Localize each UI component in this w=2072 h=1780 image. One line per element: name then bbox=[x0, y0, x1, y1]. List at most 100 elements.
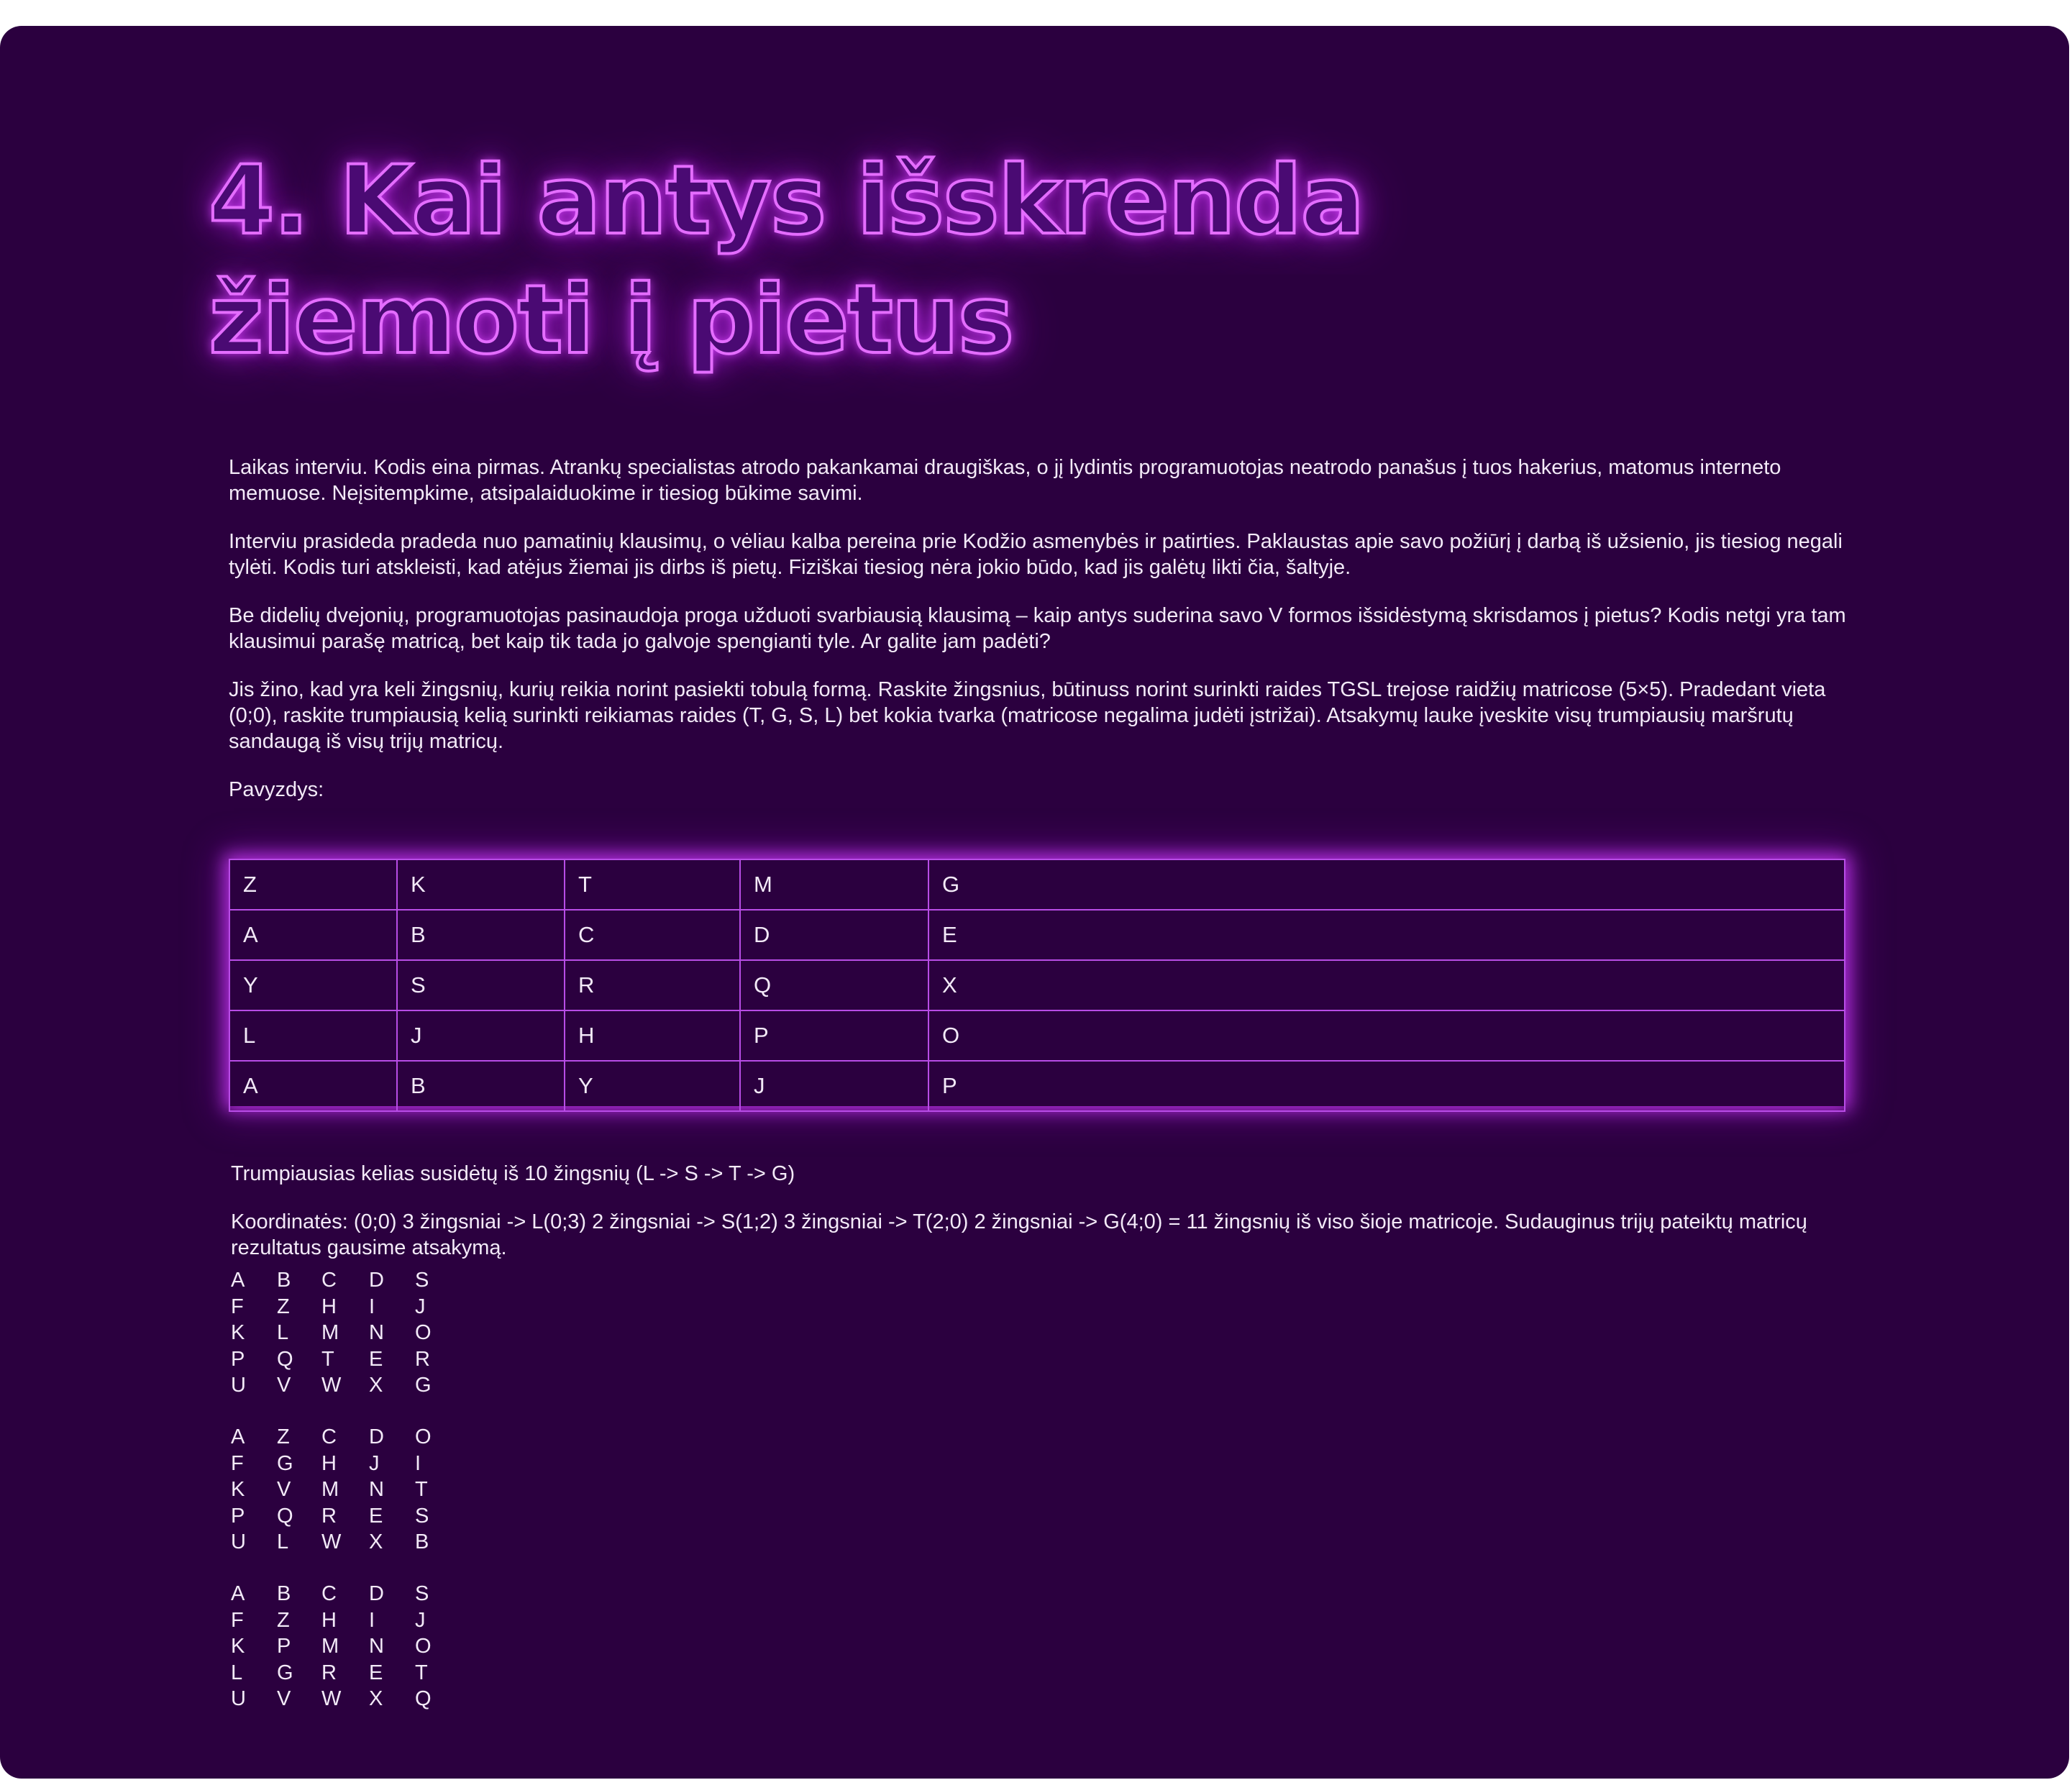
matrix-row: PQTER bbox=[231, 1346, 461, 1373]
matrix-row: KPMNO bbox=[231, 1633, 461, 1660]
grid-cell: G bbox=[928, 859, 1845, 910]
matrix-letter: M bbox=[321, 1478, 339, 1501]
matrix-letter: D bbox=[369, 1269, 384, 1292]
grid-cell: P bbox=[739, 1010, 929, 1062]
matrix-letter: M bbox=[321, 1321, 339, 1344]
matrix-letter: H bbox=[321, 1295, 337, 1318]
matrix-letter: K bbox=[231, 1635, 245, 1658]
matrix-letter: W bbox=[321, 1374, 342, 1397]
grid-cell: R bbox=[564, 959, 741, 1011]
grid-cell: A bbox=[229, 909, 398, 961]
matrix-letter: E bbox=[369, 1661, 383, 1684]
matrix-letter: S bbox=[415, 1582, 429, 1605]
matrix-letter: Q bbox=[277, 1504, 293, 1528]
matrix-letter: V bbox=[277, 1478, 291, 1501]
paragraph-example-label: Pavyzdys: bbox=[229, 778, 324, 801]
matrix-letter: F bbox=[231, 1295, 244, 1318]
paragraph-intro: Laikas interviu. Kodis eina pirmas. Atra… bbox=[229, 456, 1781, 505]
matrix-letter: H bbox=[321, 1451, 337, 1475]
grid-cell: Q bbox=[739, 959, 929, 1011]
matrix-letter: D bbox=[369, 1582, 384, 1605]
matrix-row: ULWXB bbox=[231, 1529, 461, 1556]
matrix-letter: T bbox=[415, 1661, 428, 1684]
example-grid: ZKTMGABCDEYSRQXLJHPOABYJP bbox=[229, 859, 1845, 1112]
matrix-row: UVWXQ bbox=[231, 1686, 461, 1712]
matrix-letter: F bbox=[231, 1608, 244, 1632]
matrix-letter: Q bbox=[277, 1347, 293, 1371]
matrix-row: K L M N O bbox=[231, 1320, 461, 1346]
matrix-letter: L bbox=[231, 1661, 243, 1684]
matrix-row: FZHIJ bbox=[231, 1607, 461, 1634]
grid-cell: Z bbox=[229, 859, 398, 910]
matrix-row: FGHJI bbox=[231, 1451, 461, 1477]
example-explanation: Trumpiausias kelias susidėtų iš 10 žings… bbox=[231, 1161, 1849, 1283]
matrix-letter: G bbox=[277, 1451, 293, 1475]
grid-cell: O bbox=[928, 1010, 1845, 1062]
grid-cell: B bbox=[396, 1060, 565, 1112]
matrix-letter: R bbox=[415, 1347, 430, 1371]
matrix-letter: P bbox=[277, 1635, 291, 1658]
matrix-letter: Z bbox=[277, 1295, 290, 1318]
matrix-letter: L bbox=[277, 1321, 289, 1344]
matrix-row: ABCDS bbox=[231, 1581, 461, 1607]
matrix-letter: X bbox=[369, 1530, 383, 1553]
shortest-path-text: Trumpiausias kelias susidėtų iš 10 žings… bbox=[231, 1162, 795, 1185]
matrix-letter: F bbox=[231, 1451, 244, 1475]
matrix-row: PQRES bbox=[231, 1503, 461, 1530]
grid-cell: M bbox=[739, 859, 929, 910]
grid-cell: L bbox=[229, 1010, 398, 1062]
grid-cell: Y bbox=[229, 959, 398, 1011]
matrix-row: LGRET bbox=[231, 1660, 461, 1687]
grid-cell: B bbox=[396, 909, 565, 961]
matrix-letter: G bbox=[277, 1661, 293, 1684]
grid-row: LJHPO bbox=[229, 1010, 1845, 1062]
matrix-letter: T bbox=[415, 1478, 428, 1501]
matrix-row: AZCDO bbox=[231, 1424, 461, 1451]
matrix-letter: B bbox=[277, 1269, 291, 1292]
grid-cell: T bbox=[564, 859, 741, 910]
grid-cell: H bbox=[564, 1010, 741, 1062]
grid-cell: C bbox=[564, 909, 741, 961]
grid-row: ABCDE bbox=[229, 909, 1845, 961]
matrix-letter: B bbox=[277, 1582, 291, 1605]
matrix-letter: E bbox=[369, 1504, 383, 1528]
intro-text: Laikas interviu. Kodis eina pirmas. Atra… bbox=[229, 455, 1847, 825]
grid-cell: S bbox=[396, 959, 565, 1011]
grid-cell: P bbox=[928, 1060, 1845, 1112]
matrix-letter: I bbox=[369, 1295, 375, 1318]
matrix-letter: Z bbox=[277, 1608, 290, 1632]
matrix-letter: K bbox=[231, 1478, 245, 1501]
paragraph-interview: Interviu prasideda pradeda nuo pamatinių… bbox=[229, 530, 1843, 579]
matrix-letter: J bbox=[415, 1608, 426, 1632]
grid-row: ZKTMG bbox=[229, 859, 1845, 910]
matrix-letter: O bbox=[415, 1635, 432, 1658]
matrix-letter: J bbox=[369, 1451, 380, 1475]
letter-matrix-1: A B C D S F Z H I J K L M N O P Q T E R U V W X G bbox=[231, 1267, 461, 1399]
matrix-letter: N bbox=[369, 1635, 384, 1658]
matrix-letter: H bbox=[321, 1608, 337, 1632]
matrix-letter: O bbox=[415, 1321, 432, 1344]
matrix-letter: T bbox=[321, 1347, 334, 1371]
grid-cell: D bbox=[739, 909, 929, 961]
matrix-letter: V bbox=[277, 1687, 291, 1710]
matrix-letter: A bbox=[231, 1269, 245, 1292]
matrix-row: ABCDS bbox=[231, 1267, 461, 1294]
grid-cell: A bbox=[229, 1060, 398, 1112]
matrix-letter: I bbox=[415, 1451, 421, 1475]
matrix-letter: B bbox=[415, 1530, 429, 1553]
matrix-row: FZHIJ bbox=[231, 1294, 461, 1320]
matrix-letter: L bbox=[277, 1530, 289, 1553]
matrix-letter: Z bbox=[277, 1425, 290, 1448]
matrix-letter: P bbox=[231, 1347, 245, 1371]
matrix-letter: U bbox=[231, 1530, 246, 1553]
matrix-letter: A bbox=[231, 1425, 245, 1448]
matrix-letter: R bbox=[321, 1504, 337, 1528]
matrix-letter: D bbox=[369, 1425, 384, 1448]
grid-cell: J bbox=[739, 1060, 929, 1112]
matrix-letter: I bbox=[369, 1608, 375, 1632]
matrix-letter: P bbox=[231, 1504, 245, 1528]
matrix-letter: X bbox=[369, 1687, 383, 1710]
paragraph-task: Jis žino, kad yra keli žingsnių, kurių r… bbox=[229, 678, 1826, 753]
matrix-letter: S bbox=[415, 1504, 429, 1528]
grid-cell: E bbox=[928, 909, 1845, 961]
